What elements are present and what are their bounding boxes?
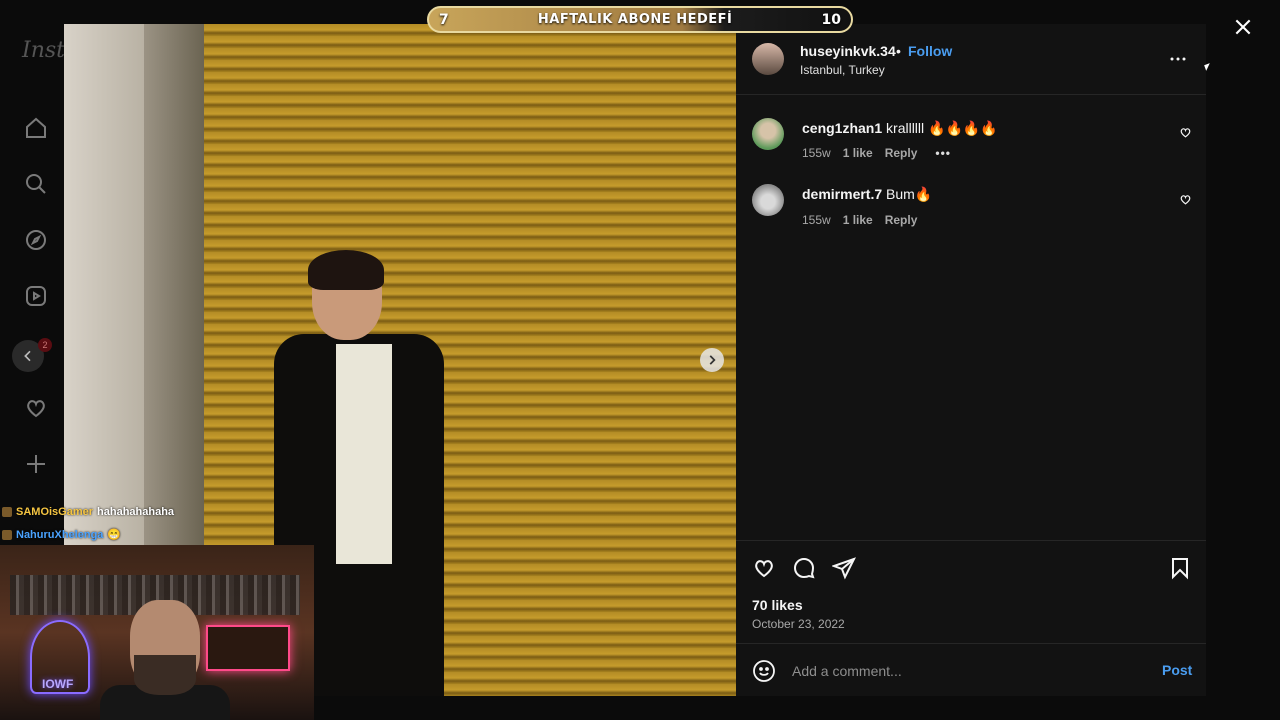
comment-likes[interactable]: 1 like: [843, 146, 873, 160]
webcam-neon-text: IOWF: [42, 677, 74, 691]
explore-icon[interactable]: [22, 226, 50, 254]
close-icon[interactable]: [1230, 14, 1256, 40]
chat-text: hahahahahaha: [97, 506, 175, 518]
create-icon[interactable]: [22, 450, 50, 478]
comment-input[interactable]: [790, 656, 1144, 686]
chat-badge-icon: [2, 529, 12, 540]
emoji-icon[interactable]: [752, 659, 776, 683]
photo-person-hair: [308, 250, 384, 290]
post-header: huseyinkvk.34 • Follow Istanbul, Turkey: [736, 24, 1206, 95]
photo-person-shirt: [336, 344, 392, 564]
instagram-logo: Inst: [22, 38, 65, 63]
post-date: October 23, 2022: [752, 617, 845, 631]
home-icon[interactable]: [22, 114, 50, 142]
webcam-person-beard: [134, 655, 196, 695]
more-options-icon[interactable]: [1166, 49, 1190, 69]
next-photo-button[interactable]: [700, 348, 724, 372]
comment-text: ceng1zhan1 krallllll 🔥🔥🔥🔥: [802, 120, 998, 137]
comment-likes[interactable]: 1 like: [843, 213, 873, 227]
goal-title: HAFTALIK ABONE HEDEFİ: [537, 12, 733, 27]
comment-age: 155w: [802, 213, 831, 227]
post-side-panel: huseyinkvk.34 • Follow Istanbul, Turkey …: [736, 24, 1206, 696]
notification-badge: 2: [38, 338, 52, 352]
chat-text: 😁: [107, 529, 122, 541]
comment-body: Bum🔥: [886, 186, 933, 202]
comment-username[interactable]: ceng1zhan1: [802, 120, 882, 136]
comment-meta: 155w 1 like Reply: [802, 213, 917, 227]
webcam-pink-sign: [206, 625, 290, 671]
follow-button[interactable]: Follow: [908, 43, 952, 59]
comment-username[interactable]: demirmert.7: [802, 186, 882, 202]
comment-avatar[interactable]: [752, 184, 784, 216]
streamer-webcam: IOWF: [0, 545, 314, 720]
goal-current: 7: [439, 11, 449, 28]
comment-meta: 155w 1 like Reply •••: [802, 146, 951, 160]
comment-bubble-icon[interactable]: [791, 555, 817, 581]
search-icon[interactable]: [22, 170, 50, 198]
notifications-icon[interactable]: [22, 394, 50, 422]
subscriber-goal-bar: 7 HAFTALIK ABONE HEDEFİ 10: [427, 6, 853, 33]
separator-dot: •: [896, 43, 901, 59]
comment-like-heart-icon[interactable]: [1178, 192, 1192, 206]
comment-body: krallllll 🔥🔥🔥🔥: [886, 120, 998, 136]
author-avatar[interactable]: [752, 43, 784, 75]
comment-reply-button[interactable]: Reply: [885, 213, 918, 227]
comment-like-heart-icon[interactable]: [1178, 125, 1192, 139]
post-actions: 70 likes October 23, 2022 Post: [736, 540, 1206, 697]
reels-icon[interactable]: [22, 282, 50, 310]
like-heart-icon[interactable]: [751, 555, 777, 581]
comment-age: 155w: [802, 146, 831, 160]
chat-message: NahuruXhelenga 😁: [2, 528, 121, 541]
comment-composer: Post: [736, 643, 1206, 698]
bookmark-icon[interactable]: [1167, 555, 1193, 581]
author-username[interactable]: huseyinkvk.34: [800, 43, 896, 59]
chat-username: NahuruXhelenga: [16, 528, 104, 541]
share-paper-plane-icon[interactable]: [831, 555, 857, 581]
comment-reply-button[interactable]: Reply: [885, 146, 918, 160]
goal-target: 10: [821, 11, 841, 28]
chat-message: SAMOisGamer hahahahahaha: [2, 506, 174, 518]
comment-text: demirmert.7 Bum🔥: [802, 186, 932, 203]
post-location[interactable]: Istanbul, Turkey: [800, 63, 885, 77]
chat-username: SAMOisGamer: [16, 506, 94, 518]
chat-badge-icon: [2, 507, 12, 517]
comment-avatar[interactable]: [752, 118, 784, 150]
likes-count[interactable]: 70 likes: [752, 597, 803, 613]
post-comment-button[interactable]: Post: [1162, 662, 1192, 678]
comment-more-icon[interactable]: •••: [935, 146, 951, 160]
